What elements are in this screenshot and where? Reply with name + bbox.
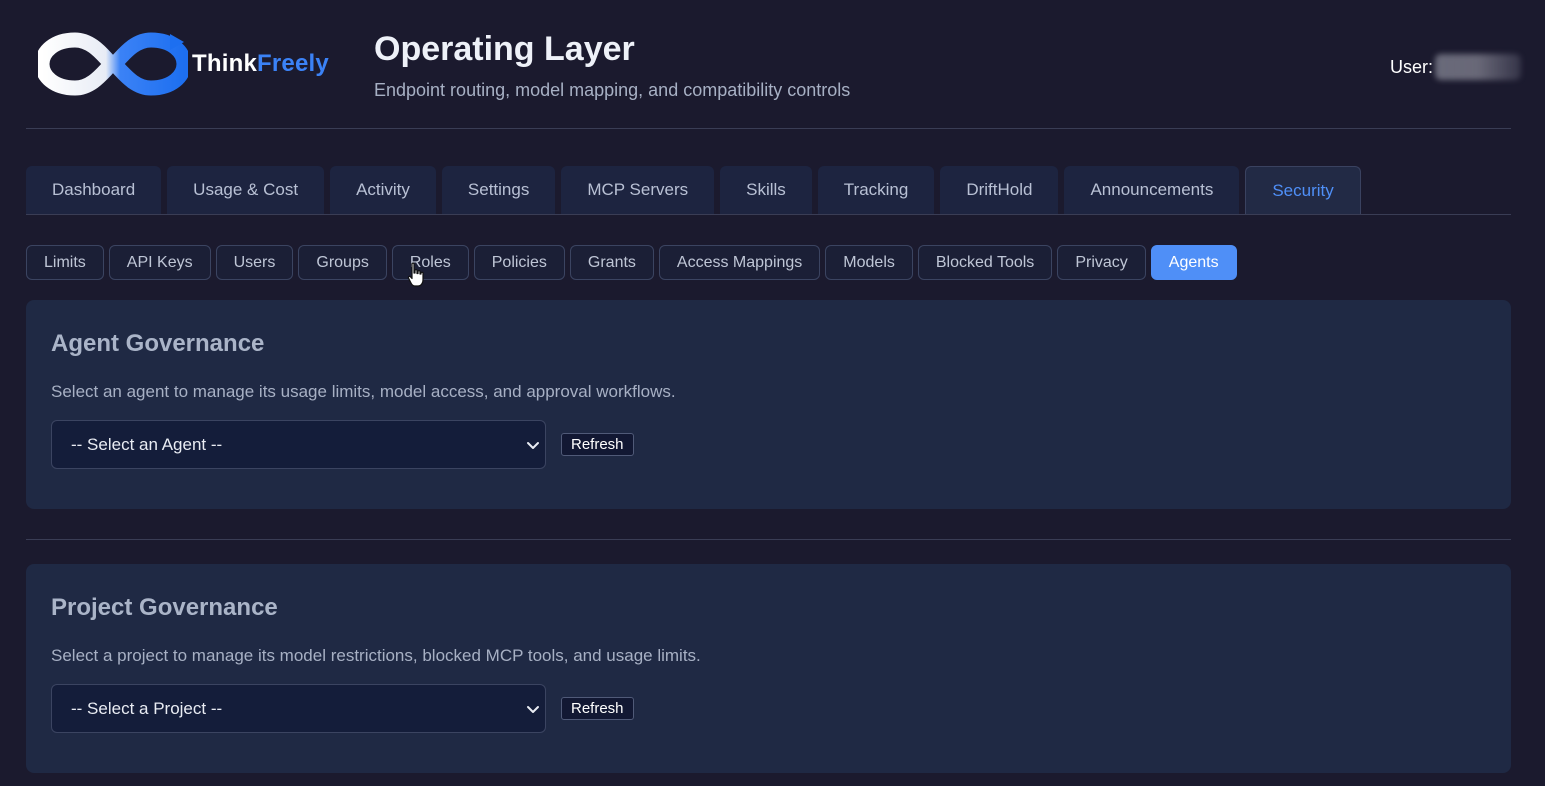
subtab-models[interactable]: Models <box>825 245 913 280</box>
app-header: ThinkFreely Operating Layer Endpoint rou… <box>26 0 1521 129</box>
tab-drifthold[interactable]: DriftHold <box>940 166 1059 214</box>
subtab-api-keys[interactable]: API Keys <box>108 245 211 280</box>
subtab-blocked-tools[interactable]: Blocked Tools <box>917 245 1053 280</box>
user-label: User: <box>1389 56 1433 77</box>
hand-pointer-icon <box>407 262 424 287</box>
infinity-logo-icon <box>38 32 188 96</box>
project-governance-panel: Project Governance Select a project to m… <box>26 564 1511 773</box>
thinkfreely-logo[interactable]: ThinkFreely <box>38 28 358 100</box>
project-governance-description: Select a project to manage its model res… <box>51 646 701 665</box>
subtab-grants[interactable]: Grants <box>569 245 654 280</box>
page-subtitle: Endpoint routing, model mapping, and com… <box>374 80 851 100</box>
tab-skills[interactable]: Skills <box>720 166 812 214</box>
agent-select-value: -- Select an Agent -- <box>71 434 223 454</box>
section-divider <box>26 539 1511 540</box>
subtab-roles[interactable]: Roles <box>391 245 469 280</box>
tab-announcements[interactable]: Announcements <box>1064 166 1240 214</box>
agent-governance-title: Agent Governance <box>51 330 265 357</box>
logo-text: ThinkFreely <box>192 50 329 78</box>
project-select[interactable]: -- Select a Project -- <box>51 684 546 733</box>
tab-tracking[interactable]: Tracking <box>817 166 935 214</box>
subtab-limits[interactable]: Limits <box>26 245 104 280</box>
tab-activity[interactable]: Activity <box>330 166 436 214</box>
tab-mcp-servers[interactable]: MCP Servers <box>561 166 715 214</box>
tab-usage-cost[interactable]: Usage & Cost <box>167 166 325 214</box>
subtab-policies[interactable]: Policies <box>473 245 565 280</box>
chevron-down-icon <box>527 442 539 449</box>
tab-security[interactable]: Security <box>1245 166 1361 214</box>
subtab-users[interactable]: Users <box>215 245 294 280</box>
tab-dashboard[interactable]: Dashboard <box>26 166 162 214</box>
user-info: User: <box>1390 54 1521 80</box>
project-select-value: -- Select a Project -- <box>71 698 223 718</box>
agent-governance-description: Select an agent to manage its usage limi… <box>51 382 676 401</box>
main-tabs: Dashboard Usage & Cost Activity Settings… <box>26 166 1511 215</box>
user-name-redacted <box>1435 54 1521 80</box>
project-governance-title: Project Governance <box>51 594 278 621</box>
logo-text-freely: Freely <box>257 50 329 77</box>
logo-text-think: Think <box>192 50 257 77</box>
project-refresh-button[interactable]: Refresh <box>561 697 634 720</box>
tab-settings[interactable]: Settings <box>441 166 556 214</box>
subtab-access-mappings[interactable]: Access Mappings <box>658 245 821 280</box>
subtab-agents[interactable]: Agents <box>1150 245 1237 280</box>
agent-select[interactable]: -- Select an Agent -- <box>51 420 546 469</box>
security-subtabs: Limits API Keys Users Groups Roles Polic… <box>26 245 1237 280</box>
agent-governance-panel: Agent Governance Select an agent to mana… <box>26 300 1511 509</box>
subtab-privacy[interactable]: Privacy <box>1057 245 1146 280</box>
chevron-down-icon <box>527 706 539 713</box>
page-title: Operating Layer <box>374 30 635 68</box>
subtab-groups[interactable]: Groups <box>298 245 387 280</box>
agent-refresh-button[interactable]: Refresh <box>561 433 634 456</box>
